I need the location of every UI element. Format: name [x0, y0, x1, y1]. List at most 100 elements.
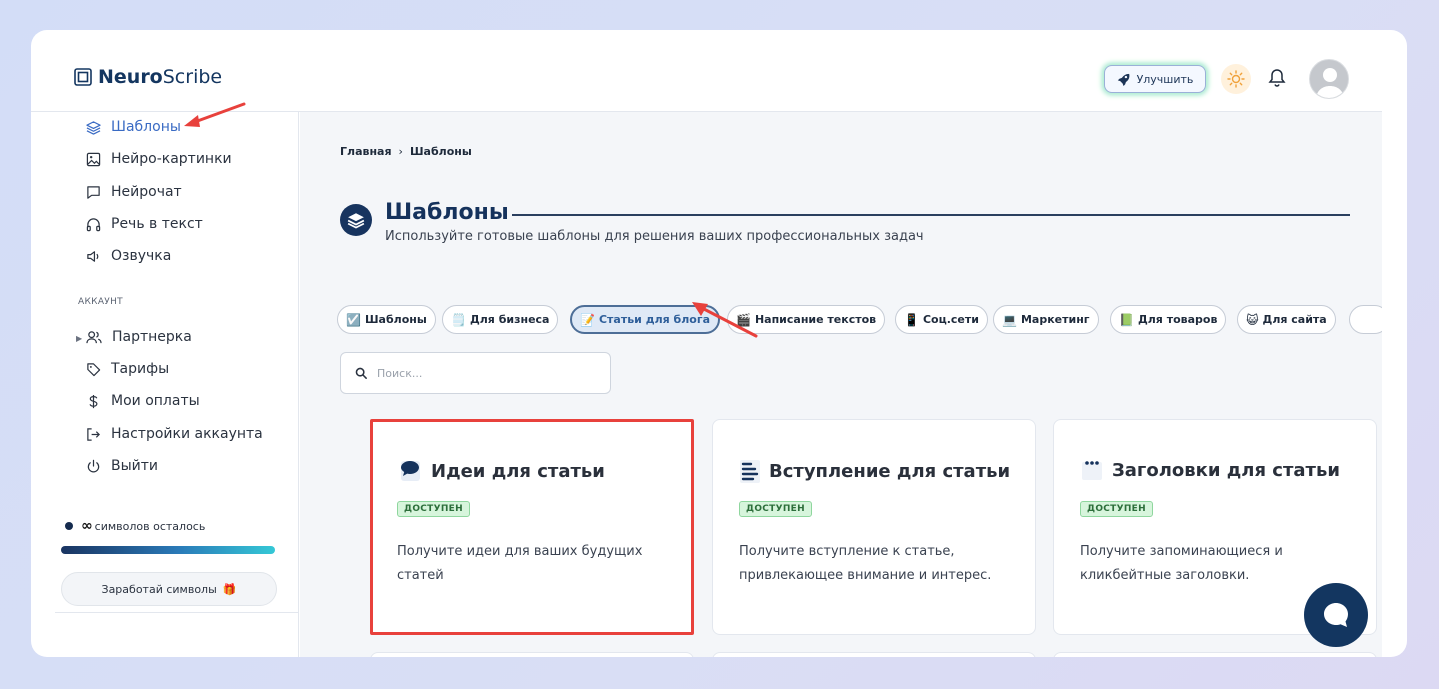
- template-card-partial[interactable]: [1053, 652, 1377, 657]
- cat-face-icon: 😺: [1246, 312, 1259, 327]
- headphones-icon: [86, 217, 101, 231]
- chip-products[interactable]: 📗 Для товаров: [1110, 305, 1227, 334]
- page-subtitle: Используйте готовые шаблоны для решения …: [385, 229, 924, 244]
- breadcrumb-home-link[interactable]: Главная: [340, 145, 392, 158]
- chip-label: Для товаров: [1137, 313, 1218, 326]
- card-title: Вступление для статьи: [739, 458, 1010, 484]
- search-box[interactable]: [340, 352, 611, 394]
- sidebar-item-tariffs[interactable]: Тарифы: [86, 361, 169, 377]
- chip-marketing[interactable]: 💻 Маркетинг: [993, 305, 1099, 334]
- earn-credits-label: Заработай символы: [101, 582, 217, 596]
- search-input[interactable]: [377, 366, 597, 380]
- page-header: Шаблоны Используйте готовые шаблоны для …: [340, 200, 1350, 252]
- avatar[interactable]: [1309, 59, 1349, 99]
- layers-icon: [86, 120, 101, 135]
- annotation-arrow-icon: [184, 102, 246, 127]
- sidebar-item-neuro-images[interactable]: Нейро-картинки: [86, 151, 232, 167]
- status-badge: ДОСТУПЕН: [739, 501, 812, 517]
- support-chat-button[interactable]: [1304, 583, 1368, 647]
- upgrade-button[interactable]: Улучшить: [1104, 65, 1206, 93]
- chip-label: Маркетинг: [1020, 313, 1090, 326]
- category-chips: ☑️ Шаблоны 🗒️ Для бизнеса 📝 Статьи для блог…: [337, 305, 1382, 337]
- chat-icon: [87, 185, 100, 199]
- sidebar-item-label: Шаблоны: [111, 119, 181, 135]
- sidebar-item-logout[interactable]: Выйти: [86, 458, 158, 474]
- chip-label: Написание текстов: [754, 313, 877, 326]
- account-section-label: АККАУНТ: [78, 297, 123, 307]
- sidebar-item-neuro-chat[interactable]: Нейрочат: [86, 184, 182, 200]
- status-badge: ДОСТУПЕН: [397, 501, 470, 517]
- bell-icon[interactable]: [1268, 68, 1286, 88]
- sidebar-item-my-payments[interactable]: Мои оплаты: [86, 393, 200, 409]
- title-divider: [512, 214, 1350, 216]
- logo-text-bold: Neuro: [98, 66, 163, 88]
- checkbox-icon: ☑️: [346, 312, 361, 327]
- chip-label: Соц.сети: [922, 313, 979, 326]
- rocket-icon: [1117, 73, 1129, 86]
- phone-icon: 📱: [904, 312, 919, 327]
- card-description: Получите идеи для ваших будущих статей: [397, 544, 643, 583]
- laptop-icon: 💻: [1002, 312, 1017, 327]
- sidebar-item-label: Тарифы: [111, 361, 170, 377]
- logo-icon: [74, 68, 92, 86]
- sidebar-item-label: Нейро-картинки: [111, 151, 232, 167]
- logo[interactable]: Neuro Scribe: [74, 66, 222, 88]
- template-card-partial[interactable]: [712, 652, 1036, 657]
- earn-credits-button[interactable]: Заработай символы 🎁: [61, 572, 277, 606]
- speaker-icon: [87, 250, 99, 262]
- memo-icon: 📝: [580, 312, 595, 327]
- card-title: Заголовки для статьи: [1080, 458, 1340, 482]
- template-card-article-ideas[interactable]: Идеи для статьи ДОСТУПЕН Получите идеи д…: [370, 419, 694, 635]
- sidebar-item-label: Партнерка: [112, 329, 192, 345]
- upgrade-label: Улучшить: [1136, 72, 1194, 86]
- expand-caret-icon[interactable]: ▶: [76, 334, 82, 343]
- notepad-icon: 🗒️: [451, 312, 466, 327]
- notepad-icon: [1082, 461, 1102, 480]
- image-icon: [86, 152, 101, 166]
- sidebar-item-partner[interactable]: Партнерка: [86, 329, 192, 345]
- chat-bubble-icon: [1324, 603, 1348, 627]
- sun-icon: [1227, 70, 1245, 88]
- page-title: Шаблоны: [385, 200, 509, 225]
- breadcrumb-current: Шаблоны: [409, 145, 472, 158]
- sidebar: Шаблоны Нейро-картинки Нейрочат Речь в т…: [31, 112, 299, 657]
- sidebar-item-templates[interactable]: Шаблоны: [86, 119, 181, 135]
- sidebar-item-label: Настройки аккаунта: [111, 426, 263, 442]
- credits-remaining: ∞ символов осталось: [65, 518, 205, 534]
- template-card-partial[interactable]: [370, 652, 694, 657]
- chip-label: Для сайта: [1262, 313, 1327, 326]
- search-icon: [355, 367, 367, 379]
- chip-website[interactable]: 😺 Для сайта: [1237, 305, 1336, 334]
- breadcrumb-separator: ›: [398, 145, 403, 158]
- sidebar-item-label: Нейрочат: [111, 184, 182, 200]
- status-badge: ДОСТУПЕН: [1080, 501, 1153, 517]
- card-title-text: Вступление для статьи: [769, 460, 1011, 482]
- users-icon: [86, 330, 102, 343]
- card-title-text: Заголовки для статьи: [1112, 459, 1340, 481]
- dollar-icon: [89, 394, 98, 408]
- text-lines-icon: [740, 460, 760, 483]
- settings-exit-icon: [87, 427, 100, 441]
- chip-business[interactable]: 🗒️ Для бизнеса: [442, 305, 559, 334]
- theme-toggle-button[interactable]: [1221, 64, 1251, 94]
- tag-icon: [87, 362, 101, 376]
- main-content: Главная › Шаблоны Шаблоны Используйте го…: [300, 112, 1382, 657]
- credits-progress-fill: [61, 546, 275, 554]
- sidebar-item-voiceover[interactable]: Озвучка: [86, 248, 171, 264]
- sidebar-item-label: Озвучка: [111, 248, 172, 264]
- gift-icon: 🎁: [222, 582, 237, 596]
- status-dot: [65, 522, 73, 530]
- template-card-article-intro[interactable]: Вступление для статьи ДОСТУПЕН Получите …: [712, 419, 1036, 635]
- card-title: Идеи для статьи: [397, 458, 605, 484]
- chip-social-media[interactable]: 📱 Соц.сети: [895, 305, 988, 334]
- chip-templates[interactable]: ☑️ Шаблоны: [337, 305, 436, 334]
- sidebar-item-label: Выйти: [111, 458, 159, 474]
- sidebar-item-label: Мои оплаты: [111, 393, 200, 409]
- chip-label: Для бизнеса: [469, 313, 550, 326]
- sidebar-item-speech-to-text[interactable]: Речь в текст: [86, 216, 203, 232]
- book-icon: 📗: [1119, 312, 1134, 327]
- sidebar-item-label: Речь в текст: [111, 216, 203, 232]
- chip-more-cutoff[interactable]: [1349, 305, 1382, 334]
- annotation-arrow-icon: [692, 302, 758, 338]
- sidebar-item-account-settings[interactable]: Настройки аккаунта: [86, 426, 263, 442]
